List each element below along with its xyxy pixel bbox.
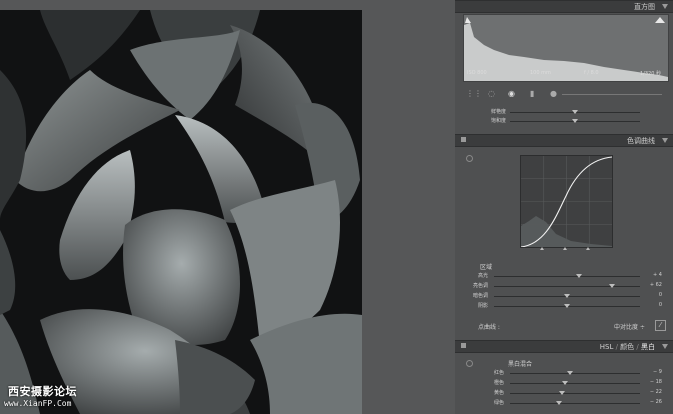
bw-slider-label: 橙色 (493, 380, 504, 386)
saturation-knob[interactable] (572, 119, 578, 123)
brush-slider-track[interactable] (562, 94, 662, 95)
bw-slider-row[interactable]: 红色 − 9 (0, 369, 673, 377)
bw-slider-value: − 22 (649, 389, 662, 395)
tone-curve-title: 色调曲线 (627, 137, 655, 145)
shutter-label: 1/320 秒 (640, 71, 661, 77)
photo-image (0, 10, 362, 414)
vibrance-label: 鲜艳度 (490, 109, 506, 115)
histogram-title: 直方图 (634, 3, 655, 11)
bw-mix-label: 黑白混合 (508, 361, 533, 368)
red-eye-icon[interactable]: ◉ (508, 89, 515, 98)
focal-length-label: 100 mm (530, 70, 551, 76)
tone-slider-knob[interactable] (609, 284, 616, 288)
spot-removal-icon[interactable]: ◌ (488, 89, 495, 98)
panel-toggle-icon[interactable] (461, 343, 466, 348)
bw-slider-track[interactable] (510, 383, 640, 384)
point-curve-label: 点曲线 : (478, 324, 500, 331)
histogram-chart[interactable]: ISO 800 100 mm f / 8.0 1/320 秒 (463, 14, 669, 82)
bw-slider-track[interactable] (510, 373, 640, 374)
tone-slider-row[interactable]: 高光 + 4 (0, 272, 673, 280)
saturation-label: 饱和度 (490, 118, 506, 124)
tone-slider-label: 暗色调 (472, 293, 488, 299)
bw-slider-track[interactable] (510, 393, 640, 394)
vibrance-knob[interactable] (572, 110, 578, 114)
collapse-triangle-icon[interactable] (662, 344, 668, 349)
tone-slider-knob[interactable] (564, 294, 570, 298)
bw-slider-label: 黄色 (493, 390, 504, 396)
adjustment-brush-icon[interactable]: ● (550, 89, 557, 98)
bw-slider-row[interactable]: 黄色 − 22 (0, 389, 673, 397)
tab-bw[interactable]: 黑白 (641, 343, 655, 351)
bw-slider-knob[interactable] (559, 391, 565, 395)
bw-slider-label: 红色 (493, 370, 504, 376)
bw-slider-knob[interactable] (556, 401, 563, 405)
tone-slider-row[interactable]: 暗色调 0 (0, 292, 673, 300)
tone-slider-label: 阴影 (477, 303, 488, 309)
vibrance-row[interactable]: 鲜艳度 (462, 108, 668, 116)
split-point-3[interactable] (586, 247, 590, 250)
hsl-header[interactable]: HSL / 颜色 / 黑白 (455, 340, 673, 353)
region-label: 区域 (480, 264, 493, 271)
bw-slider-row[interactable]: 橙色 − 18 (0, 379, 673, 387)
histogram-header[interactable]: 直方图 (455, 0, 673, 13)
photo-preview-area: 西安摄影论坛 www.XianFP.Com (0, 0, 455, 414)
graduated-filter-icon[interactable]: ▮ (530, 89, 534, 98)
histogram-graph (464, 17, 668, 81)
tone-curve-header[interactable]: 色调曲线 (455, 134, 673, 147)
bw-slider-knob[interactable] (561, 381, 568, 385)
succulent-photo (0, 10, 362, 414)
bw-slider-value: − 9 (653, 369, 662, 375)
tone-slider-label: 亮色调 (472, 283, 488, 289)
bw-slider-knob[interactable] (566, 371, 573, 375)
bw-slider-label: 绿色 (493, 400, 504, 406)
tone-slider-value: 0 (658, 292, 662, 298)
tool-strip: ⋮⋮ ◌ ◉ ▮ ● (462, 86, 668, 104)
tone-curve-svg (521, 156, 612, 247)
bw-slider-track[interactable] (510, 403, 640, 404)
saturation-row[interactable]: 饱和度 (462, 117, 668, 125)
split-point-1[interactable] (540, 247, 544, 250)
bw-slider-value: − 18 (649, 379, 662, 385)
aperture-label: f / 8.0 (584, 70, 599, 76)
collapse-triangle-icon[interactable] (662, 138, 668, 143)
panel-toggle-icon[interactable] (461, 137, 466, 142)
crop-grid-icon[interactable]: ⋮⋮ (466, 89, 482, 98)
bw-slider-value: − 26 (649, 399, 662, 405)
tone-slider-track[interactable] (494, 286, 640, 287)
tone-slider-row[interactable]: 亮色调 + 62 (0, 282, 673, 290)
target-adjust-icon[interactable] (466, 155, 473, 162)
tone-slider-knob[interactable] (575, 274, 582, 278)
edit-curve-icon[interactable]: ⁄ (655, 320, 666, 331)
target-adjust-icon[interactable] (466, 360, 473, 367)
tone-slider-value: + 4 (653, 272, 662, 278)
point-curve-select[interactable]: 中对比度 ÷ (614, 322, 645, 331)
tone-slider-row[interactable]: 阴影 0 (0, 302, 673, 310)
tab-hsl[interactable]: HSL (600, 343, 614, 351)
tone-slider-knob[interactable] (564, 304, 570, 308)
tone-slider-track[interactable] (494, 276, 640, 277)
tone-slider-label: 高光 (477, 273, 488, 279)
tone-slider-value: 0 (658, 302, 662, 308)
bw-slider-row[interactable]: 绿色 − 26 (0, 399, 673, 407)
split-point-2[interactable] (563, 247, 567, 250)
tone-slider-value: + 62 (649, 282, 662, 288)
iso-label: ISO 800 (467, 70, 487, 76)
collapse-triangle-icon[interactable] (662, 4, 668, 9)
tab-color[interactable]: 颜色 (620, 343, 634, 351)
tone-curve-graph[interactable] (520, 155, 613, 248)
